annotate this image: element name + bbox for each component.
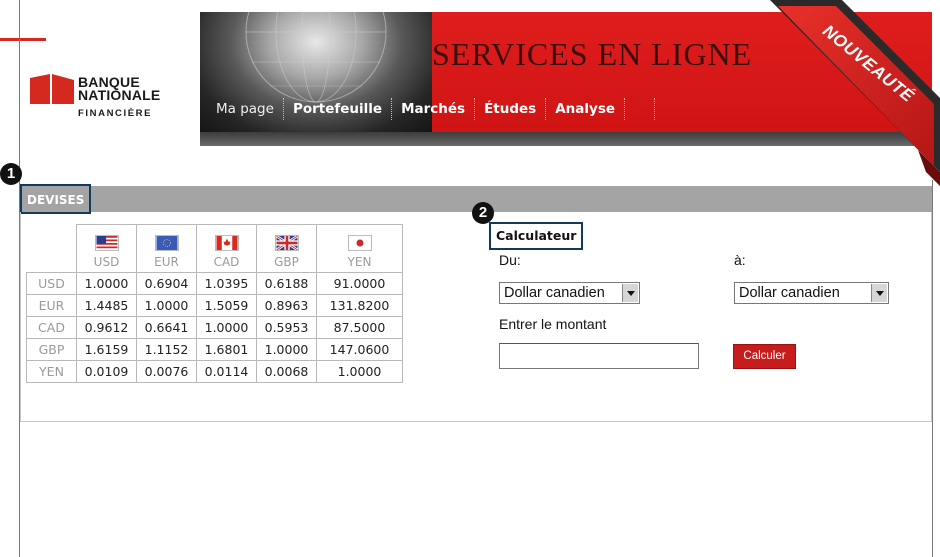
currency-label: USD	[93, 255, 120, 269]
uk-flag-icon	[274, 235, 299, 251]
rate-cell: 0.0114	[196, 360, 257, 383]
to-currency-value: Dollar canadien	[739, 285, 840, 301]
from-currency-select[interactable]: Dollar canadien	[499, 282, 640, 304]
nav-analyse[interactable]: Analyse	[546, 98, 626, 120]
to-currency-select[interactable]: Dollar canadien	[734, 282, 889, 304]
amount-input[interactable]	[499, 343, 699, 369]
devises-title: DEVISES	[20, 184, 92, 214]
rate-cell: 0.6188	[256, 272, 317, 295]
rate-cell: 1.0000	[316, 360, 403, 383]
rate-cell: 1.0000	[76, 272, 137, 295]
rate-cell: 0.6641	[136, 316, 197, 339]
row-header-eur: EUR	[26, 294, 77, 317]
table-row: EUR 1.4485 1.0000 1.5059 0.8963 131.8200	[26, 294, 403, 317]
from-label: Du:	[499, 252, 521, 268]
calculate-button[interactable]: Calculer	[733, 344, 796, 369]
logo-text-nationale: NATIONALE	[78, 87, 161, 103]
rate-cell: 147.0600	[316, 338, 403, 361]
nav-etudes[interactable]: Études	[475, 98, 547, 120]
rate-cell: 0.0068	[256, 360, 317, 383]
table-corner-cell	[26, 224, 77, 273]
row-header-usd: USD	[26, 272, 77, 295]
rate-cell: 1.1152	[136, 338, 197, 361]
logo-mark-icon	[30, 74, 74, 104]
rate-cell: 1.6801	[196, 338, 257, 361]
rate-cell: 131.8200	[316, 294, 403, 317]
rate-cell: 0.6904	[136, 272, 197, 295]
to-label: à:	[734, 252, 746, 268]
column-header-yen: YEN	[316, 224, 403, 273]
rate-cell: 87.5000	[316, 316, 403, 339]
rate-cell: 91.0000	[316, 272, 403, 295]
from-currency-value: Dollar canadien	[504, 285, 605, 301]
nav-marches[interactable]: Marchés	[392, 98, 476, 120]
step-marker-1: 1	[0, 163, 22, 185]
column-header-usd: USD	[76, 224, 137, 273]
bank-logo[interactable]: BANQUE NATIONALE FINANCIÈRE	[30, 66, 170, 126]
rate-cell: 1.0000	[136, 294, 197, 317]
column-header-cad: CAD	[196, 224, 257, 273]
column-header-eur: EUR	[136, 224, 197, 273]
rate-cell: 1.5059	[196, 294, 257, 317]
nav-spacer	[625, 98, 656, 120]
rate-cell: 0.8963	[256, 294, 317, 317]
rate-cell: 0.0109	[76, 360, 137, 383]
page-frame-right	[932, 180, 933, 557]
rate-cell: 0.5953	[256, 316, 317, 339]
us-flag-icon	[94, 235, 119, 251]
japan-flag-icon	[347, 235, 372, 251]
exchange-rate-table: USD EUR CAD GBP YEN USD 1.0000 0.6904 1.…	[26, 224, 403, 383]
table-header-row: USD EUR CAD GBP YEN	[26, 224, 403, 273]
nav-ma-page[interactable]: Ma page	[210, 98, 284, 120]
currency-label: CAD	[213, 255, 240, 269]
rate-cell: 0.0076	[136, 360, 197, 383]
main-nav: Ma page Portefeuille Marchés Études Anal…	[210, 98, 656, 120]
table-row: GBP 1.6159 1.1152 1.6801 1.0000 147.0600	[26, 338, 403, 361]
eu-flag-icon	[154, 235, 179, 251]
currency-label: EUR	[154, 255, 179, 269]
table-row: CAD 0.9612 0.6641 1.0000 0.5953 87.5000	[26, 316, 403, 339]
logo-text-financiere: FINANCIÈRE	[78, 108, 153, 119]
rate-cell: 1.4485	[76, 294, 137, 317]
page-title: SERVICES EN LIGNE	[432, 36, 753, 72]
chevron-down-icon[interactable]	[622, 284, 638, 302]
rate-cell: 1.0000	[196, 316, 257, 339]
rate-cell: 0.9612	[76, 316, 137, 339]
currency-label: GBP	[274, 255, 299, 269]
currency-label: YEN	[347, 255, 372, 269]
nav-portefeuille[interactable]: Portefeuille	[284, 98, 393, 120]
row-header-yen: YEN	[26, 360, 77, 383]
table-row: USD 1.0000 0.6904 1.0395 0.6188 91.0000	[26, 272, 403, 295]
canada-flag-icon	[214, 235, 239, 251]
step-marker-2: 2	[472, 202, 494, 224]
calculator-title: Calculateur	[489, 222, 584, 250]
column-header-gbp: GBP	[256, 224, 317, 273]
row-header-gbp: GBP	[26, 338, 77, 361]
table-row: YEN 0.0109 0.0076 0.0114 0.0068 1.0000	[26, 360, 403, 383]
row-header-cad: CAD	[26, 316, 77, 339]
chevron-down-icon[interactable]	[871, 284, 887, 302]
rate-cell: 1.6159	[76, 338, 137, 361]
rate-cell: 1.0000	[256, 338, 317, 361]
rate-cell: 1.0395	[196, 272, 257, 295]
header-accent-line	[0, 38, 46, 41]
amount-label: Entrer le montant	[499, 316, 607, 332]
